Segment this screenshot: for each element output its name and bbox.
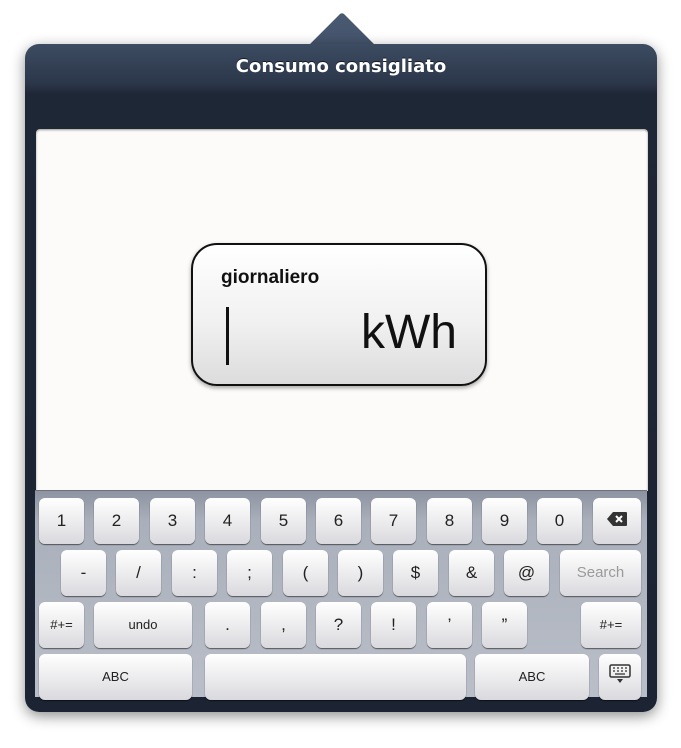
- abc-key-left[interactable]: ABC: [39, 654, 192, 700]
- text-cursor: [226, 307, 229, 365]
- abc-key-right[interactable]: ABC: [475, 654, 589, 700]
- key-hyphen[interactable]: -: [61, 550, 106, 596]
- key-colon[interactable]: :: [172, 550, 217, 596]
- key-ampersand[interactable]: &: [449, 550, 494, 596]
- key-6[interactable]: 6: [316, 498, 361, 544]
- key-exclamation[interactable]: !: [371, 602, 416, 648]
- backspace-key[interactable]: [593, 498, 641, 544]
- daily-consumption-field[interactable]: giornaliero kWh: [191, 243, 487, 386]
- key-at[interactable]: @: [504, 550, 549, 596]
- backspace-icon: [607, 512, 627, 526]
- key-4[interactable]: 4: [205, 498, 250, 544]
- field-label: giornaliero: [221, 267, 320, 288]
- key-dollar[interactable]: $: [393, 550, 438, 596]
- key-slash[interactable]: /: [116, 550, 161, 596]
- key-9[interactable]: 9: [482, 498, 527, 544]
- key-semicolon[interactable]: ;: [227, 550, 272, 596]
- key-question[interactable]: ?: [316, 602, 361, 648]
- key-period[interactable]: .: [205, 602, 250, 648]
- popover-content: giornaliero kWh: [36, 129, 648, 491]
- popover-title: Consumo consigliato: [235, 56, 447, 77]
- undo-key[interactable]: undo: [94, 602, 192, 648]
- unit-label: kWh: [361, 306, 457, 359]
- key-open-paren[interactable]: (: [283, 550, 328, 596]
- key-comma[interactable]: ,: [261, 602, 306, 648]
- keyboard: 1 2 3 4 5 6 7 8 9 0 - / : ; ( ) $ & @ Se…: [35, 490, 647, 700]
- dismiss-keyboard-key[interactable]: [599, 654, 641, 700]
- key-0[interactable]: 0: [537, 498, 582, 544]
- popover-arrow: [308, 12, 376, 46]
- more-symbols-key-right[interactable]: #+=: [581, 602, 641, 648]
- keyboard-dismiss-icon: [609, 664, 631, 683]
- key-7[interactable]: 7: [371, 498, 416, 544]
- more-symbols-key-left[interactable]: #+=: [39, 602, 84, 648]
- key-5[interactable]: 5: [261, 498, 306, 544]
- key-8[interactable]: 8: [427, 498, 472, 544]
- key-3[interactable]: 3: [150, 498, 195, 544]
- key-close-paren[interactable]: ): [338, 550, 383, 596]
- search-key[interactable]: Search: [560, 550, 641, 596]
- key-apostrophe[interactable]: ’: [427, 602, 472, 648]
- key-2[interactable]: 2: [94, 498, 139, 544]
- space-key[interactable]: [205, 654, 466, 700]
- key-quote[interactable]: ”: [482, 602, 527, 648]
- key-1[interactable]: 1: [39, 498, 84, 544]
